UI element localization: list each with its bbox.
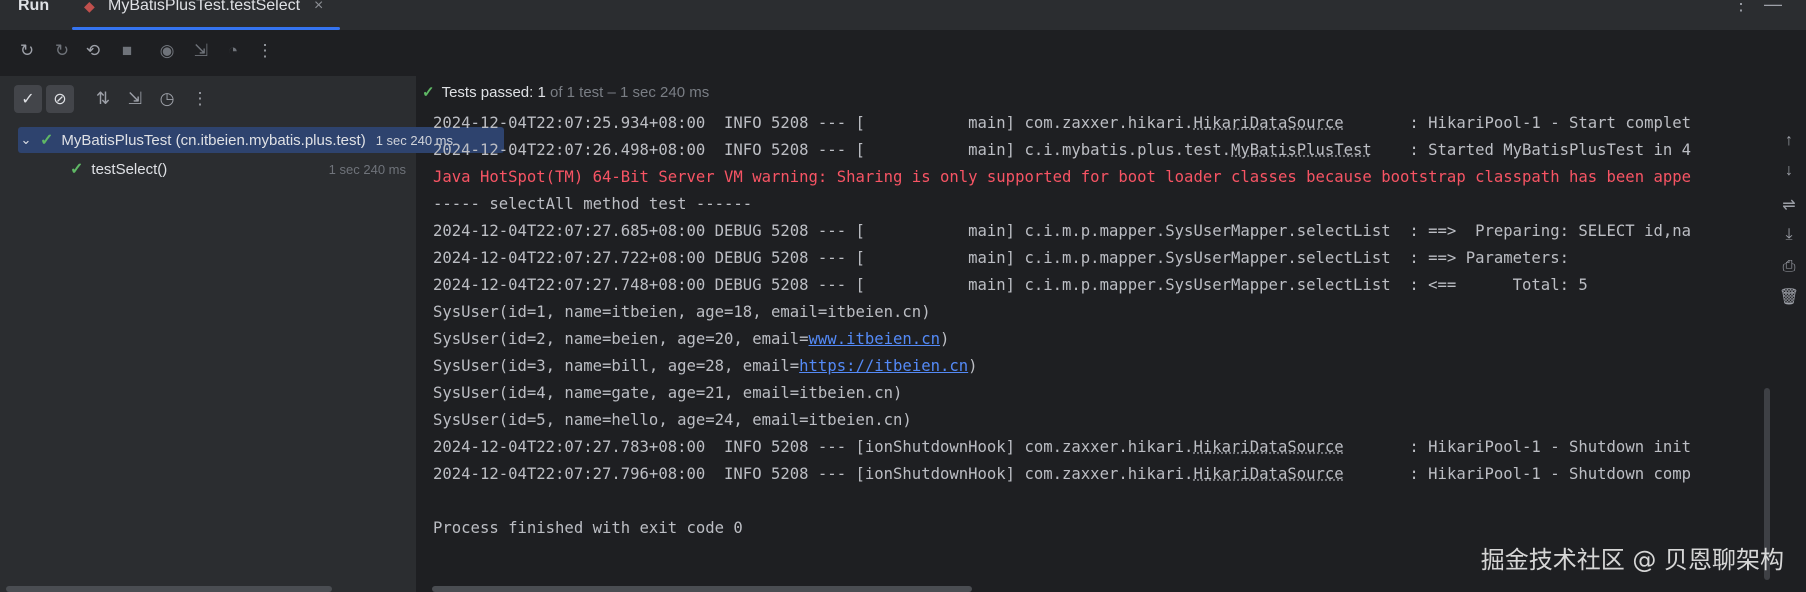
console-line: 2024-12-04T22:07:27.796+08:00 INFO 5208 … xyxy=(433,465,1692,483)
scroll-to-end-icon[interactable]: ⤓ xyxy=(1776,222,1802,248)
console-line: SysUser(id=3, name=bill, age=28, email=h… xyxy=(433,357,978,375)
console-warning-line: Java HotSpot(TM) 64-Bit Server VM warnin… xyxy=(433,168,1692,186)
passed-check-icon: ✓ xyxy=(422,84,435,101)
console-output[interactable]: 2024-12-04T22:07:25.934+08:00 INFO 5208 … xyxy=(422,110,1772,580)
console-line: 2024-12-04T22:07:26.498+08:00 INFO 5208 … xyxy=(433,141,1692,159)
console-line: 2024-12-04T22:07:27.783+08:00 INFO 5208 … xyxy=(433,438,1692,456)
status-rest: of 1 test – 1 sec 240 ms xyxy=(549,83,710,101)
run-toolbar: ↻ ↻ ⟲ ■ ◉ ⇲ ◔ ⋮ xyxy=(0,36,420,70)
show-passed-icon[interactable]: ✓ xyxy=(14,85,42,113)
console-horizontal-scrollbar[interactable] xyxy=(432,586,972,592)
console-line: 2024-12-04T22:07:27.722+08:00 DEBUG 5208… xyxy=(433,249,1569,267)
tree-item-test[interactable]: ✓ testSelect() 1 sec 240 ms xyxy=(36,156,406,182)
console-link[interactable]: www.itbeien.cn xyxy=(809,330,940,348)
active-tab-indicator xyxy=(72,27,340,30)
console-line: SysUser(id=1, name=itbeien, age=18, emai… xyxy=(433,303,931,321)
console-line: 2024-12-04T22:07:25.934+08:00 INFO 5208 … xyxy=(433,114,1692,132)
header-actions: ⋮— xyxy=(1732,0,1796,15)
sort-by-duration-icon[interactable]: ⇲ xyxy=(120,84,150,114)
soft-wrap-icon[interactable]: ⇌ xyxy=(1776,192,1802,218)
watermark-text: 掘金技术社区 @ 贝恩聊架构 xyxy=(1480,546,1784,574)
console-line: SysUser(id=5, name=hello, age=24, email=… xyxy=(433,411,912,429)
console-link[interactable]: https://itbeien.cn xyxy=(799,357,968,375)
test-status-line: ✓ Tests passed: 1 of 1 test – 1 sec 240 … xyxy=(422,80,709,104)
arrow-up-icon[interactable]: ↑ xyxy=(1776,128,1802,154)
status-prefix: Tests passed: xyxy=(441,83,534,101)
console-line: 2024-12-04T22:07:27.748+08:00 DEBUG 5208… xyxy=(433,276,1588,294)
import-tests-icon[interactable]: ⇲ xyxy=(186,36,216,66)
close-tab-icon[interactable]: × xyxy=(314,0,323,15)
camera-snapshot-icon[interactable]: ◉ xyxy=(152,36,182,66)
coverage-icon[interactable]: ◔ xyxy=(218,36,248,66)
show-ignored-icon[interactable]: ⊘ xyxy=(46,85,74,113)
test-history-icon[interactable]: ◷ xyxy=(152,84,182,114)
stop-icon[interactable]: ■ xyxy=(112,36,142,66)
arrow-down-icon[interactable]: ↓ xyxy=(1776,158,1802,184)
more-options-icon[interactable]: ⋮ xyxy=(1732,0,1764,14)
more-actions-icon[interactable]: ⋮ xyxy=(250,36,280,66)
tree-more-icon[interactable]: ⋮ xyxy=(185,84,215,114)
rerun-automatically-icon[interactable]: ⟲ xyxy=(78,36,108,66)
test-duration: 1 sec 240 ms xyxy=(328,161,406,177)
junit-config-icon: ◆ xyxy=(84,0,95,14)
passed-check-icon: ✓ xyxy=(40,132,54,149)
rerun-failed-icon[interactable]: ↻ xyxy=(47,36,77,66)
console-line: SysUser(id=2, name=beien, age=20, email=… xyxy=(433,330,950,348)
status-count: 1 xyxy=(537,83,546,101)
sort-alphabetically-icon[interactable]: ⇅ xyxy=(88,84,118,114)
tree-horizontal-scrollbar[interactable] xyxy=(6,586,332,592)
console-line: SysUser(id=4, name=gate, age=21, email=i… xyxy=(433,384,903,402)
passed-check-icon: ✓ xyxy=(70,161,84,178)
console-line: 2024-12-04T22:07:27.685+08:00 DEBUG 5208… xyxy=(433,222,1692,240)
trash-icon[interactable]: 🗑 xyxy=(1776,284,1802,310)
rerun-icon[interactable]: ↻ xyxy=(12,36,42,66)
test-tree-panel: ✓ ⊘ ⇅ ⇲ ◷ ⋮ ⌄ ✓ MyBatisPlusTest (cn.itbe… xyxy=(0,76,504,592)
test-name: testSelect() xyxy=(91,160,168,178)
chevron-down-icon[interactable]: ⌄ xyxy=(18,132,34,148)
print-icon[interactable]: ⎙ xyxy=(1776,254,1802,280)
console-line: ----- selectAll method test ------ xyxy=(433,195,753,213)
test-tree-toolbar: ✓ ⊘ ⇅ ⇲ ◷ ⋮ xyxy=(0,82,416,116)
tool-window-header: Run ◆ MyBatisPlusTest.testSelect × ⋮— xyxy=(0,0,1806,31)
run-tool-window-title[interactable]: Run xyxy=(18,0,49,15)
console-actions-rail: ↑ ↓ ⇌ ⤓ ⎙ 🗑 xyxy=(1770,120,1806,540)
minimize-icon[interactable]: — xyxy=(1764,0,1796,14)
console-exit-line: Process finished with exit code 0 xyxy=(433,519,743,537)
run-config-tab-title: MyBatisPlusTest.testSelect xyxy=(108,0,301,14)
run-config-tab[interactable]: ◆ MyBatisPlusTest.testSelect × xyxy=(72,0,340,30)
suite-name: MyBatisPlusTest (cn.itbeien.mybatis.plus… xyxy=(61,131,366,149)
